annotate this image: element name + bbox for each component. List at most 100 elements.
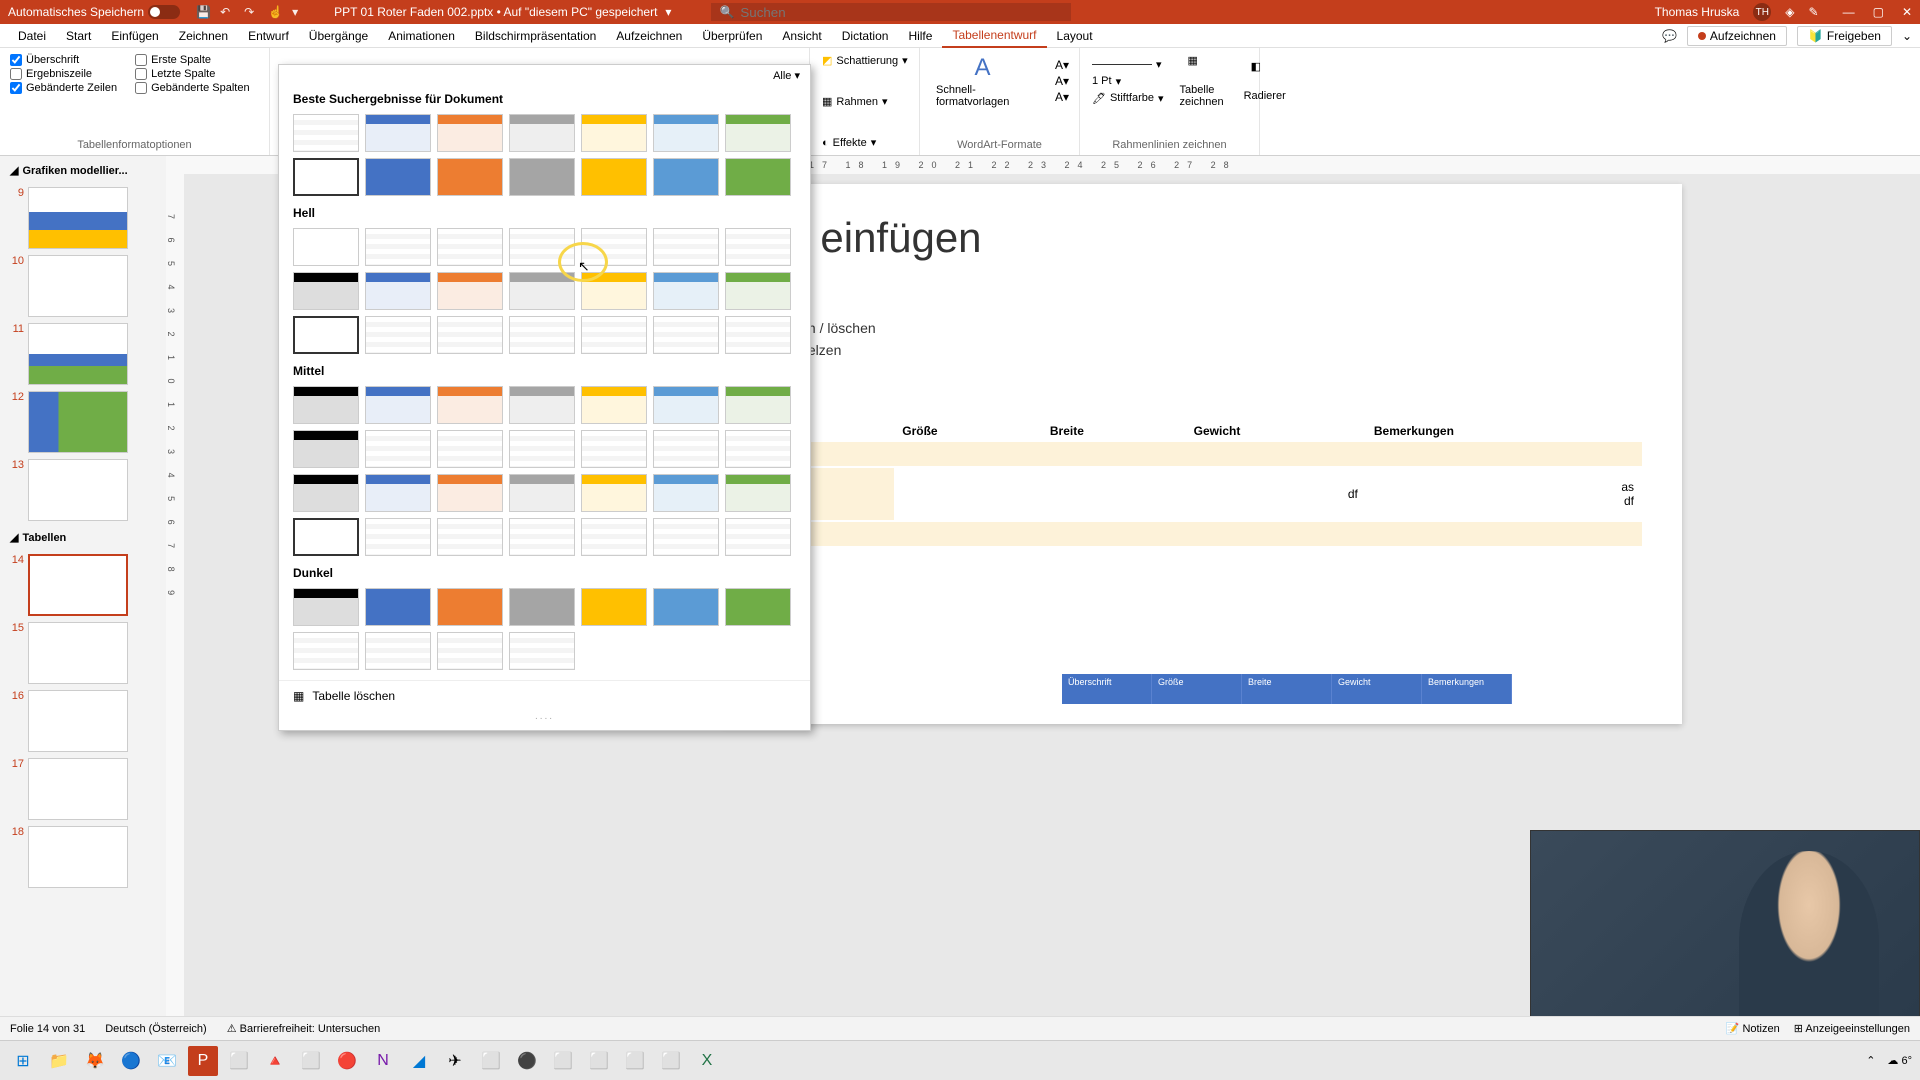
tray-chevron-icon[interactable]: ⌃ xyxy=(1866,1054,1875,1067)
style-swatch[interactable] xyxy=(653,272,719,310)
style-swatch[interactable] xyxy=(581,430,647,468)
style-swatch[interactable] xyxy=(653,114,719,152)
undo-icon[interactable]: ↶ xyxy=(220,5,234,19)
style-swatch[interactable] xyxy=(437,114,503,152)
style-swatch[interactable] xyxy=(365,474,431,512)
tab-start[interactable]: Start xyxy=(56,25,101,47)
style-swatch[interactable] xyxy=(293,474,359,512)
tab-einfuegen[interactable]: Einfügen xyxy=(101,25,168,47)
powerpoint-icon[interactable]: P xyxy=(188,1046,218,1076)
tab-bildschirm[interactable]: Bildschirmpräsentation xyxy=(465,25,606,47)
schnellformat-button[interactable]: A Schnell-formatvorlagen xyxy=(930,52,1047,110)
save-icon[interactable]: 💾 xyxy=(196,5,210,19)
obs-icon[interactable]: ⚫ xyxy=(512,1046,542,1076)
tab-aufzeichnen[interactable]: Aufzeichnen xyxy=(606,25,692,47)
slide-canvas[interactable]: en einfügen en or) einfügen / löschen er… xyxy=(722,184,1682,724)
tab-entwurf[interactable]: Entwurf xyxy=(238,25,299,47)
explorer-icon[interactable]: 📁 xyxy=(44,1046,74,1076)
style-swatch[interactable] xyxy=(653,386,719,424)
style-swatch[interactable] xyxy=(365,386,431,424)
style-swatch[interactable] xyxy=(437,272,503,310)
style-swatch[interactable] xyxy=(437,158,503,196)
style-swatch[interactable] xyxy=(365,272,431,310)
check-geb-zeilen[interactable]: Gebänderte Zeilen xyxy=(10,82,117,94)
search-input[interactable] xyxy=(740,5,1063,20)
style-swatch[interactable] xyxy=(725,272,791,310)
style-swatch[interactable] xyxy=(509,632,575,670)
style-swatch[interactable] xyxy=(581,474,647,512)
ribbon-collapse-icon[interactable]: ⌄ xyxy=(1902,29,1912,43)
redo-icon[interactable]: ↷ xyxy=(244,5,258,19)
style-swatch[interactable] xyxy=(725,588,791,626)
style-swatch[interactable] xyxy=(365,228,431,266)
style-swatch[interactable] xyxy=(293,228,359,266)
search-box[interactable]: 🔍 xyxy=(711,3,1071,21)
tabelle-loeschen[interactable]: ▦ Tabelle löschen xyxy=(279,680,810,711)
toggle-pill[interactable] xyxy=(148,5,180,19)
onenote-icon[interactable]: N xyxy=(368,1046,398,1076)
style-swatch[interactable] xyxy=(437,632,503,670)
firefox-icon[interactable]: 🦊 xyxy=(80,1046,110,1076)
style-swatch[interactable] xyxy=(581,272,647,310)
diamond-icon[interactable]: ◈ xyxy=(1785,5,1794,19)
chrome-icon[interactable]: 🔵 xyxy=(116,1046,146,1076)
doc-title-chevron-icon[interactable]: ▾ xyxy=(665,5,671,19)
notizen-toggle[interactable]: 📝 Notizen xyxy=(1726,1022,1780,1035)
style-swatch[interactable] xyxy=(725,386,791,424)
style-swatch[interactable] xyxy=(725,228,791,266)
tab-layout[interactable]: Layout xyxy=(1047,25,1103,47)
style-swatch[interactable] xyxy=(581,518,647,556)
style-swatch[interactable] xyxy=(653,430,719,468)
style-swatch[interactable] xyxy=(509,272,575,310)
rahmen-dd[interactable]: ▦Rahmen▾ xyxy=(820,93,909,110)
thumb-13[interactable] xyxy=(28,459,128,521)
style-swatch[interactable] xyxy=(725,114,791,152)
thumb-10[interactable] xyxy=(28,255,128,317)
text-effects-icon[interactable]: A▾ xyxy=(1055,90,1069,104)
group-grafiken[interactable]: ◢Grafiken modellier... xyxy=(4,160,162,181)
mini-blue-table[interactable]: Überschrift Größe Breite Gewicht Bemerku… xyxy=(1062,674,1512,704)
style-swatch[interactable] xyxy=(653,588,719,626)
style-swatch[interactable] xyxy=(293,430,359,468)
style-swatch[interactable] xyxy=(365,588,431,626)
style-swatch[interactable] xyxy=(293,518,359,556)
style-swatch[interactable] xyxy=(293,158,359,196)
thumb-17[interactable] xyxy=(28,758,128,820)
style-swatch[interactable] xyxy=(293,272,359,310)
start-menu-icon[interactable]: ⊞ xyxy=(8,1046,38,1076)
more-icon[interactable]: ▾ xyxy=(292,5,306,19)
alle-dd[interactable]: Alle ▾ xyxy=(773,69,800,82)
style-swatch[interactable] xyxy=(365,430,431,468)
gallery-resize-handle[interactable]: .... xyxy=(279,711,810,722)
check-letzte-spalte[interactable]: Letzte Spalte xyxy=(135,68,249,80)
app-icon[interactable]: ⬜ xyxy=(296,1046,326,1076)
style-swatch[interactable] xyxy=(581,158,647,196)
slide-data-table[interactable]: chrift Größe Breite Gewicht Bemerkungen … xyxy=(762,420,1642,548)
pen-icon[interactable]: ✎ xyxy=(1809,5,1819,19)
tab-hilfe[interactable]: Hilfe xyxy=(898,25,942,47)
style-swatch[interactable] xyxy=(725,316,791,354)
accessibility-checker[interactable]: ⚠ Barrierefreiheit: Untersuchen xyxy=(227,1022,381,1035)
style-swatch[interactable] xyxy=(365,158,431,196)
thumb-11[interactable] xyxy=(28,323,128,385)
check-ueberschrift[interactable]: Überschrift xyxy=(10,54,117,66)
style-swatch[interactable] xyxy=(365,632,431,670)
thumb-14[interactable] xyxy=(28,554,128,616)
style-swatch[interactable] xyxy=(437,386,503,424)
tab-uebergaenge[interactable]: Übergänge xyxy=(299,25,378,47)
freigeben-button[interactable]: 🔰Freigeben xyxy=(1797,26,1892,46)
style-swatch[interactable] xyxy=(293,588,359,626)
style-swatch[interactable] xyxy=(509,114,575,152)
pen-color-dd[interactable]: 🖊Stiftfarbe▾ xyxy=(1090,90,1166,107)
minimize-icon[interactable]: — xyxy=(1843,5,1855,19)
comments-icon[interactable]: 💬 xyxy=(1662,29,1677,43)
style-swatch[interactable] xyxy=(293,114,359,152)
schattierung-dd[interactable]: ◩Schattierung▾ xyxy=(820,52,909,69)
tab-dictation[interactable]: Dictation xyxy=(832,25,899,47)
touch-icon[interactable]: ☝ xyxy=(268,5,282,19)
border-weight-dd[interactable]: 1 Pt▾ xyxy=(1090,73,1166,90)
draw-table-button[interactable]: ▦Tabelle zeichnen xyxy=(1174,52,1230,110)
style-swatch[interactable] xyxy=(581,228,647,266)
tab-ueberpruefen[interactable]: Überprüfen xyxy=(692,25,772,47)
style-swatch[interactable] xyxy=(509,158,575,196)
